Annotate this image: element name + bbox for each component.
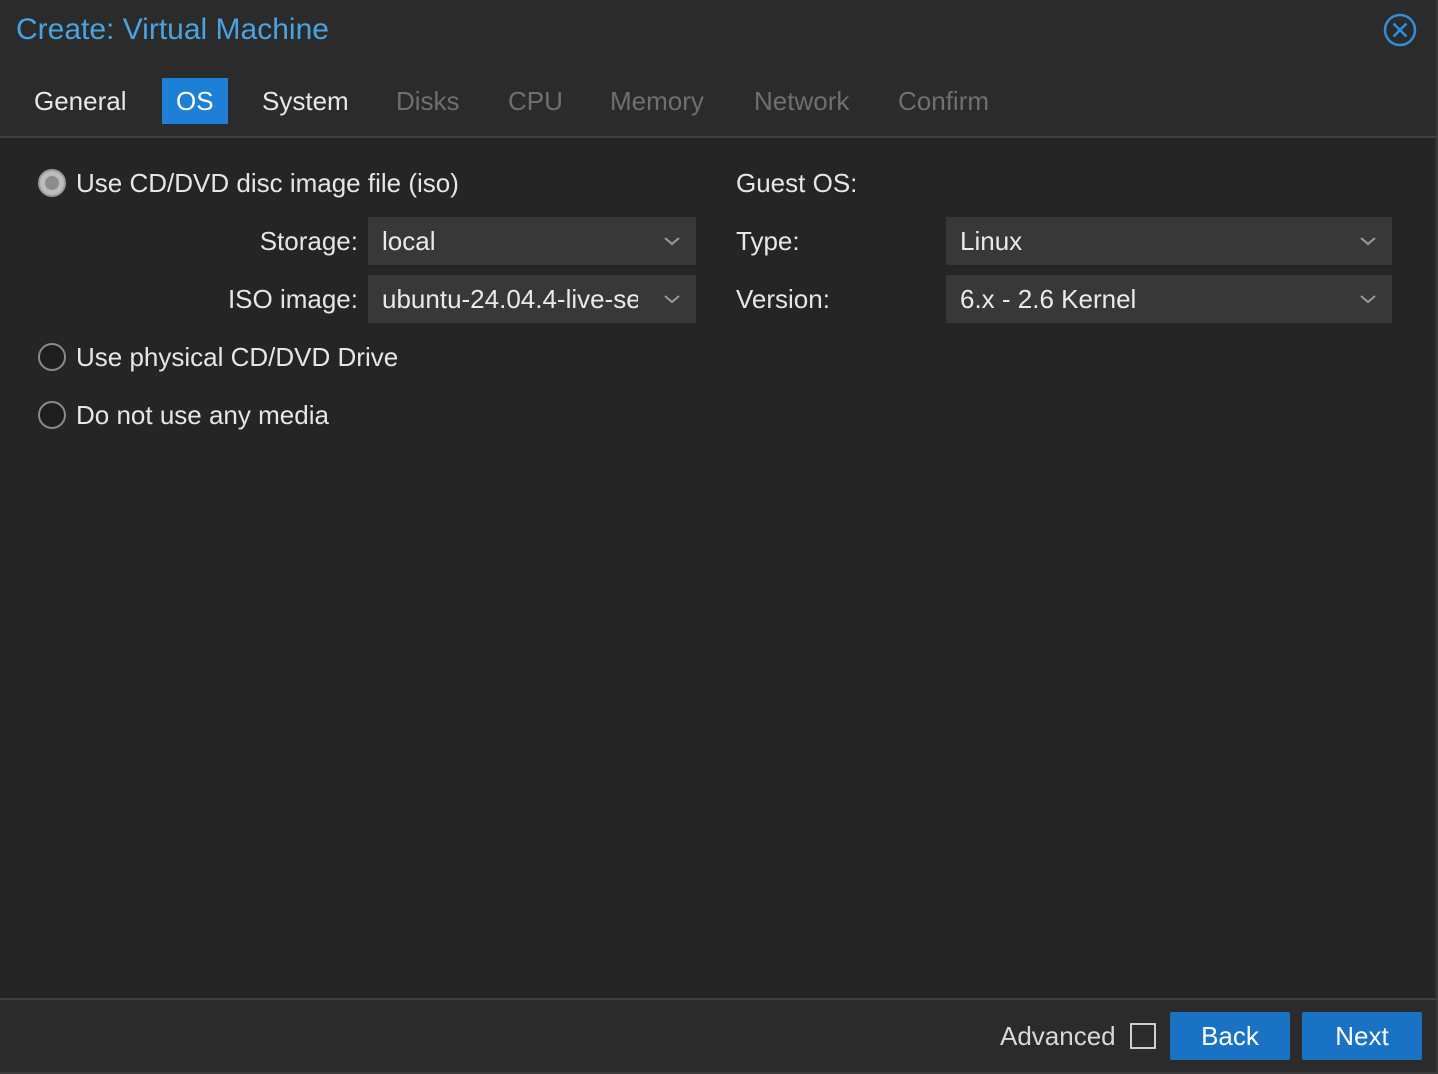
close-button[interactable]	[1382, 12, 1418, 48]
chevron-down-icon	[1360, 295, 1376, 304]
storage-label: Storage:	[259, 226, 358, 256]
advanced-label: Advanced	[1000, 1021, 1116, 1051]
iso-image-label: ISO image:	[227, 284, 358, 314]
circle-x-icon	[1383, 13, 1417, 47]
os-version-label: Version:	[736, 284, 830, 314]
dialog-title: Create: Virtual Machine	[16, 13, 329, 46]
iso-radio-label: Use CD/DVD disc image file (iso)	[76, 167, 459, 198]
tab-os[interactable]: OS	[162, 78, 228, 124]
no-media-option[interactable]: Do not use any media	[38, 397, 329, 433]
tab-system[interactable]: System	[262, 78, 349, 124]
storage-value: local	[382, 226, 436, 256]
os-panel: Use CD/DVD disc image file (iso) Storage…	[0, 138, 1434, 998]
advanced-checkbox[interactable]	[1130, 1023, 1156, 1049]
tab-network: Network	[754, 86, 850, 116]
tab-general[interactable]: General	[34, 78, 127, 124]
iso-radio[interactable]	[38, 169, 66, 197]
os-type-value: Linux	[960, 226, 1023, 256]
physical-drive-label: Use physical CD/DVD Drive	[76, 341, 399, 372]
physical-drive-radio[interactable]	[38, 343, 66, 371]
tab-cpu: CPU	[508, 86, 563, 116]
iso-image-value: ubuntu-24.04.4-live-se	[382, 284, 638, 314]
no-media-label: Do not use any media	[76, 399, 329, 430]
next-button[interactable]: Next	[1302, 1012, 1422, 1060]
tab-confirm: Confirm	[898, 86, 990, 116]
wizard-tabs: General OS System Disks CPU Memory Netwo…	[0, 78, 1436, 124]
dialog-footer: Advanced Back Next	[0, 1000, 1436, 1072]
no-media-radio[interactable]	[38, 401, 66, 429]
tab-disks: Disks	[396, 86, 460, 116]
chevron-down-icon	[664, 237, 680, 246]
storage-select[interactable]: local	[368, 217, 696, 265]
os-type-select[interactable]: Linux	[946, 217, 1392, 265]
chevron-down-icon	[664, 295, 680, 304]
iso-media-option[interactable]: Use CD/DVD disc image file (iso)	[38, 165, 459, 201]
guest-os-heading: Guest OS:	[736, 168, 858, 198]
iso-image-select[interactable]: ubuntu-24.04.4-live-se	[368, 275, 696, 323]
tab-memory: Memory	[610, 86, 704, 116]
os-type-label: Type:	[736, 226, 800, 256]
chevron-down-icon	[1360, 237, 1376, 246]
os-version-value: 6.x - 2.6 Kernel	[960, 284, 1137, 314]
os-version-select[interactable]: 6.x - 2.6 Kernel	[946, 275, 1392, 323]
back-button[interactable]: Back	[1170, 1012, 1290, 1060]
create-vm-dialog: Create: Virtual Machine General OS Syste…	[0, 0, 1438, 1074]
physical-drive-option[interactable]: Use physical CD/DVD Drive	[38, 339, 398, 375]
